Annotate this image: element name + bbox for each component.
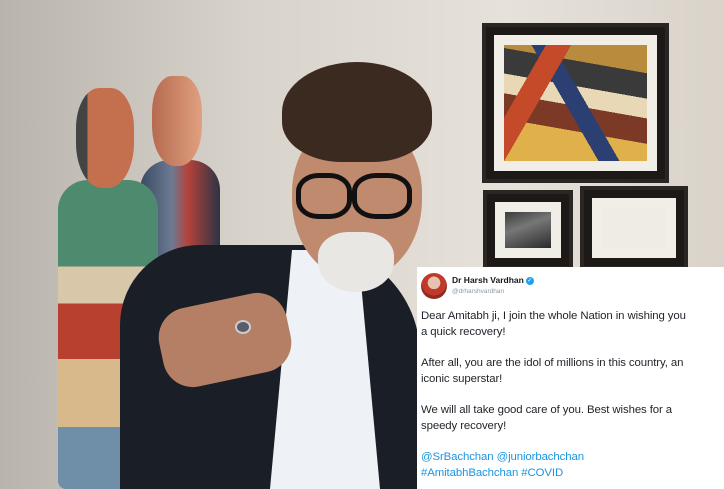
avatar[interactable] <box>421 273 447 299</box>
hashtag-link[interactable]: #AmitabhBachchan <box>421 467 518 479</box>
man-glasses-left <box>296 173 352 219</box>
tweet-paragraph: After all, you are the idol of millions … <box>421 357 684 385</box>
framed-photo-small-left <box>483 190 573 270</box>
framed-photo-small-right <box>580 186 688 270</box>
display-name[interactable]: Dr Harsh Vardhan <box>452 276 524 285</box>
man-beard <box>318 232 394 292</box>
verified-badge-icon: ✓ <box>525 277 534 285</box>
mention-link[interactable]: @SrBachchan <box>421 451 494 463</box>
tweet-author: Dr Harsh Vardhan ✓ @drharshvardhan <box>452 271 534 296</box>
ring <box>235 320 251 334</box>
tweet-paragraph: We will all take good care of you. Best … <box>421 404 673 432</box>
tweet-header: Dr Harsh Vardhan ✓ @drharshvardhan <box>421 271 724 305</box>
hashtag-link[interactable]: #COVID <box>521 467 563 479</box>
tweet-text: Dear Amitabh ji, I join the whole Nation… <box>421 308 724 481</box>
man-glasses-right <box>352 173 412 219</box>
mention-link[interactable]: @juniorbachchan <box>497 451 584 463</box>
man-hair <box>282 62 432 162</box>
framed-painting-large <box>482 23 669 183</box>
embedded-tweet: Dr Harsh Vardhan ✓ @drharshvardhan Dear A… <box>417 267 724 489</box>
tweet-mentions: @SrBachchan @juniorbachchan <box>421 449 724 465</box>
tweet-paragraph: Dear Amitabh ji, I join the whole Nation… <box>421 310 686 338</box>
user-handle[interactable]: @drharshvardhan <box>452 288 534 296</box>
tweet-hashtags: #AmitabhBachchan #COVID <box>421 465 724 481</box>
